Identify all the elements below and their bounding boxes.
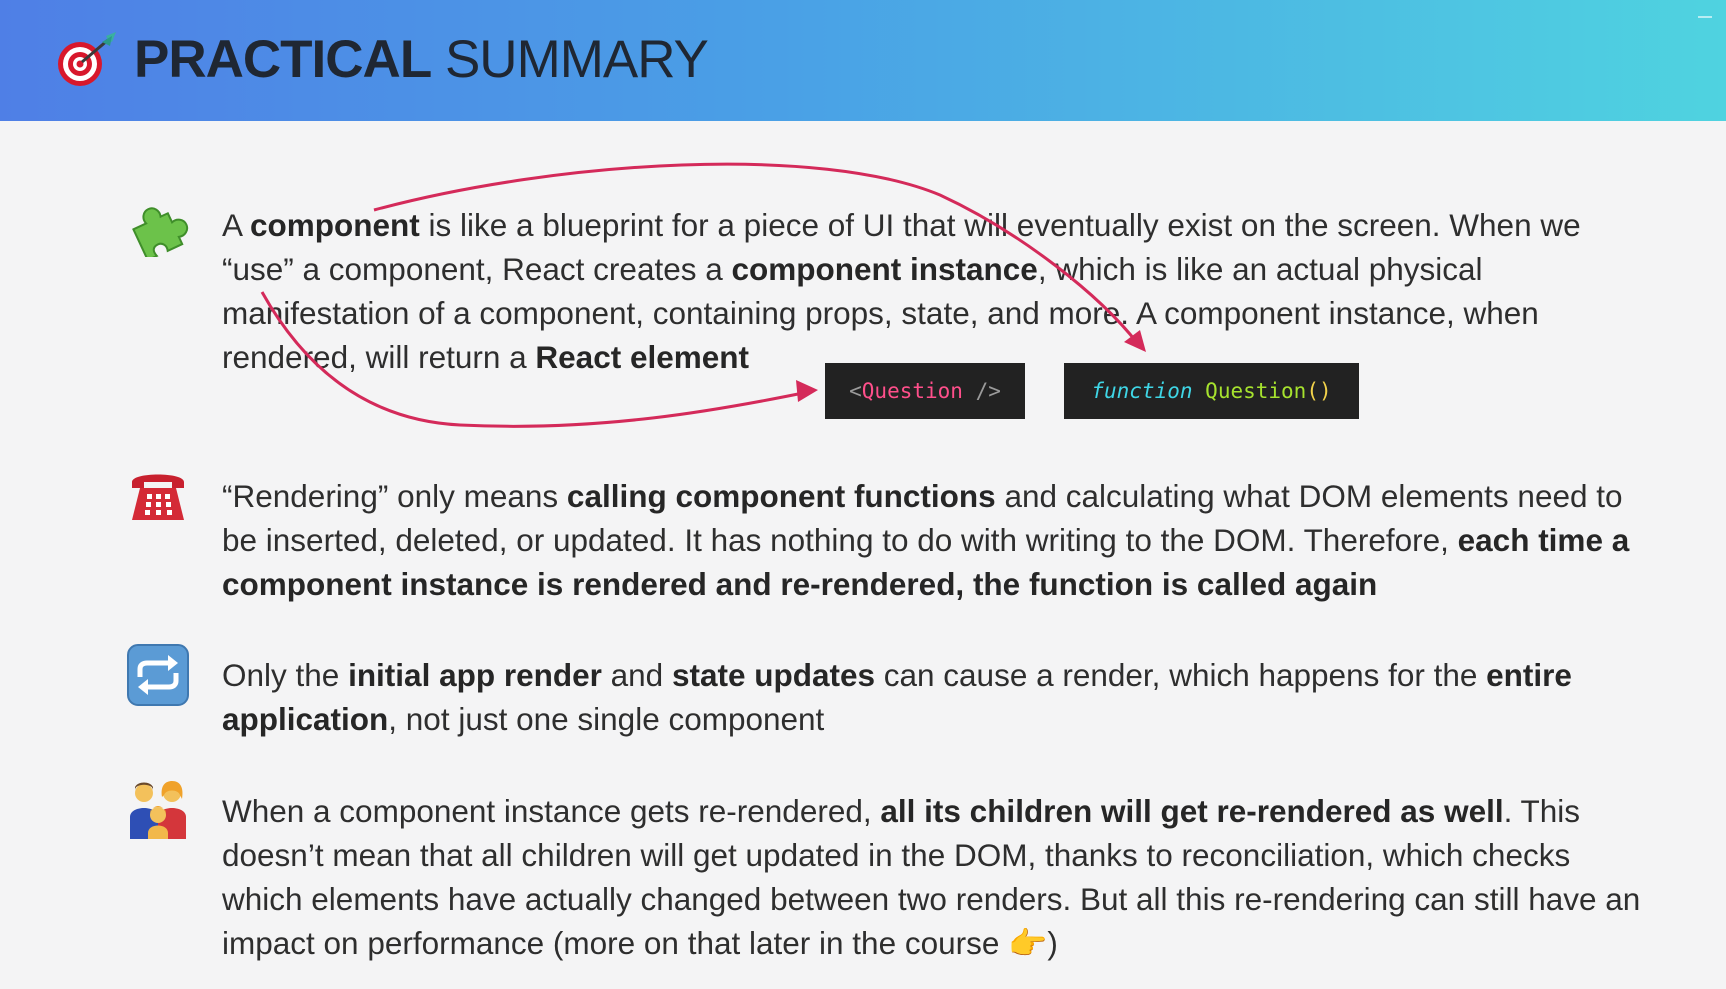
puzzle-piece-icon xyxy=(132,207,189,257)
text-bold: component instance xyxy=(731,251,1038,287)
repeat-arrows-icon xyxy=(127,644,189,706)
text-bold: initial app render xyxy=(348,657,602,693)
text: and xyxy=(601,657,672,693)
minimize-indicator xyxy=(1698,16,1712,18)
code-token: function xyxy=(1091,379,1193,403)
family-icon xyxy=(130,781,186,839)
bullet-render-triggers: Only the initial app render and state up… xyxy=(222,653,1642,741)
text: “Rendering” only means xyxy=(222,478,567,514)
text: Only the xyxy=(222,657,349,693)
text-bold: React element xyxy=(535,339,750,375)
code-token: /> xyxy=(962,379,1001,403)
code-token: Question xyxy=(861,379,963,403)
arrow-head xyxy=(796,380,818,402)
text-bold: calling component functions xyxy=(566,478,996,514)
target-dart-icon xyxy=(58,32,116,86)
code-token: () xyxy=(1306,379,1332,403)
text: , not just one single component xyxy=(388,701,825,737)
bullet-rendering: “Rendering” only means calling component… xyxy=(222,474,1642,606)
code-jsx-question: <Question /> xyxy=(825,363,1025,419)
slide: PRACTICAL SUMMARY A component is like a … xyxy=(0,0,1726,989)
code-function-question: function Question() xyxy=(1064,363,1359,419)
bullet-children-rerender: When a component instance gets re-render… xyxy=(222,789,1642,965)
title-bold: PRACTICAL xyxy=(134,30,432,89)
text: can cause a render, which happens for th… xyxy=(875,657,1487,693)
text: When a component instance gets re-render… xyxy=(222,793,881,829)
text-bold: state updates xyxy=(671,657,875,693)
code-token: < xyxy=(849,379,862,403)
title-light: SUMMARY xyxy=(444,30,709,89)
code-token: Question xyxy=(1205,379,1307,403)
telephone-icon xyxy=(132,474,184,520)
text-bold: all its children will get re-rendered as… xyxy=(880,793,1504,829)
text: A xyxy=(222,207,251,243)
text-bold: component xyxy=(250,207,420,243)
page-title: PRACTICAL SUMMARY xyxy=(134,30,709,90)
bullet-component: A component is like a blueprint for a pi… xyxy=(222,203,1642,379)
